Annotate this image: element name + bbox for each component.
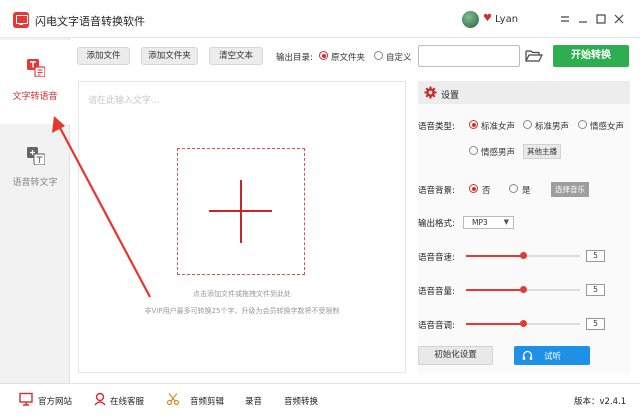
output-dir-label: 输出目录: bbox=[276, 53, 313, 63]
audio-cut-link[interactable]: 音频剪辑 bbox=[190, 395, 224, 407]
listen-button[interactable]: 试听 bbox=[514, 346, 590, 365]
choose-music-button[interactable]: 选择音乐 bbox=[551, 182, 589, 197]
version-label: 版本： bbox=[574, 397, 600, 407]
version-number: v2.4.1 bbox=[599, 397, 627, 407]
drop-hint: 点击添加文件或拖拽文件到此处 bbox=[193, 290, 291, 298]
output-custom-radio[interactable] bbox=[374, 51, 383, 60]
audio-convert-link[interactable]: 音频转换 bbox=[284, 395, 318, 407]
bg-label: 语音背景: bbox=[418, 186, 455, 196]
output-path-input[interactable] bbox=[418, 45, 520, 67]
start-convert-button[interactable]: 开始转换 bbox=[553, 45, 629, 67]
output-original-folder-radio[interactable] bbox=[319, 51, 328, 60]
volume-value[interactable]: 5 bbox=[586, 284, 605, 296]
plus-icon-vertical bbox=[240, 180, 242, 243]
scissors-icon bbox=[166, 393, 180, 406]
minimize-icon[interactable] bbox=[576, 12, 590, 26]
volume-slider-fill bbox=[466, 289, 523, 291]
sidebar-item-label: 语音转文字 bbox=[12, 178, 58, 188]
gear-icon bbox=[424, 86, 437, 99]
voice-emotional-female-label: 情感女声 bbox=[590, 122, 625, 132]
online-support-link[interactable]: 在线客服 bbox=[110, 395, 144, 407]
pitch-slider-fill bbox=[466, 323, 523, 325]
listen-button-label: 试听 bbox=[544, 352, 562, 362]
record-link[interactable]: 录音 bbox=[245, 395, 262, 407]
volume-label: 语音音量: bbox=[418, 287, 455, 297]
sidebar-item-label: 文字转语音 bbox=[12, 92, 58, 102]
speed-label: 语音音速: bbox=[418, 253, 455, 263]
voice-emotional-female-radio[interactable] bbox=[578, 120, 587, 129]
bg-yes-radio[interactable] bbox=[509, 184, 518, 193]
volume-slider-handle[interactable] bbox=[520, 286, 527, 293]
official-site-link[interactable]: 官方网站 bbox=[38, 395, 72, 407]
volume-slider[interactable] bbox=[466, 286, 580, 293]
sidebar-item-speech-to-text[interactable]: 语音转文字 bbox=[0, 124, 70, 208]
speed-slider-handle[interactable] bbox=[520, 252, 527, 259]
bg-yes-label: 是 bbox=[522, 186, 531, 196]
format-select[interactable]: MP3 ▼ bbox=[463, 216, 514, 229]
bg-no-radio[interactable] bbox=[469, 184, 478, 193]
speed-value[interactable]: 5 bbox=[586, 250, 605, 262]
support-icon bbox=[94, 392, 106, 406]
version-info: 版本：v2.4.1 bbox=[574, 395, 626, 407]
voice-standard-female-radio[interactable] bbox=[469, 120, 478, 129]
app-logo-icon bbox=[13, 12, 29, 28]
voice-type-label: 语音类型: bbox=[418, 122, 455, 132]
close-icon[interactable] bbox=[612, 12, 626, 26]
reset-settings-button[interactable]: 初始化设置 bbox=[418, 346, 493, 365]
add-folder-button[interactable]: 添加文件夹 bbox=[141, 47, 198, 65]
format-select-value: MP3 bbox=[472, 218, 488, 227]
headphone-icon bbox=[522, 350, 533, 360]
format-label: 输出格式: bbox=[418, 219, 455, 229]
pitch-slider[interactable] bbox=[466, 320, 580, 327]
chevron-down-icon: ▼ bbox=[503, 218, 509, 226]
text-to-speech-icon bbox=[27, 59, 45, 77]
settings-title: 设置 bbox=[441, 91, 460, 101]
output-original-folder-label: 原文件夹 bbox=[331, 53, 366, 63]
pitch-slider-handle[interactable] bbox=[520, 320, 527, 327]
other-voices-button[interactable]: 其他主播 bbox=[523, 144, 561, 159]
maximize-icon[interactable] bbox=[594, 12, 608, 26]
pitch-value[interactable]: 5 bbox=[586, 318, 605, 330]
folder-open-icon[interactable] bbox=[525, 49, 543, 63]
speech-to-text-icon bbox=[27, 147, 45, 165]
speed-slider-fill bbox=[466, 255, 523, 257]
sidebar-item-text-to-speech[interactable]: 文字转语音 bbox=[0, 40, 70, 124]
bg-no-label: 否 bbox=[482, 186, 491, 196]
pitch-label: 语音音调: bbox=[418, 321, 455, 331]
settings-icon[interactable] bbox=[558, 12, 572, 26]
add-file-button[interactable]: 添加文件 bbox=[77, 47, 130, 65]
text-input-placeholder: 请在此输入文字... bbox=[88, 96, 160, 106]
voice-standard-male-label: 标准男声 bbox=[535, 122, 570, 132]
output-custom-label: 自定义 bbox=[386, 53, 412, 63]
avatar[interactable] bbox=[462, 11, 479, 28]
voice-emotional-male-label: 情感男声 bbox=[481, 148, 516, 158]
heart-icon: ♥ bbox=[483, 13, 492, 24]
app-title: 闪电文字语音转换软件 bbox=[35, 15, 145, 28]
clear-text-button[interactable]: 清空文本 bbox=[209, 47, 263, 65]
username[interactable]: Lyan bbox=[495, 14, 518, 25]
monitor-icon bbox=[19, 392, 33, 406]
voice-emotional-male-radio[interactable] bbox=[469, 146, 478, 155]
vip-hint: 非VIP用户最多可转换25个字、升级为会员转换字数将不受限制 bbox=[144, 307, 340, 315]
voice-standard-male-radio[interactable] bbox=[523, 120, 532, 129]
voice-standard-female-label: 标准女声 bbox=[481, 122, 516, 132]
speed-slider[interactable] bbox=[466, 252, 580, 259]
